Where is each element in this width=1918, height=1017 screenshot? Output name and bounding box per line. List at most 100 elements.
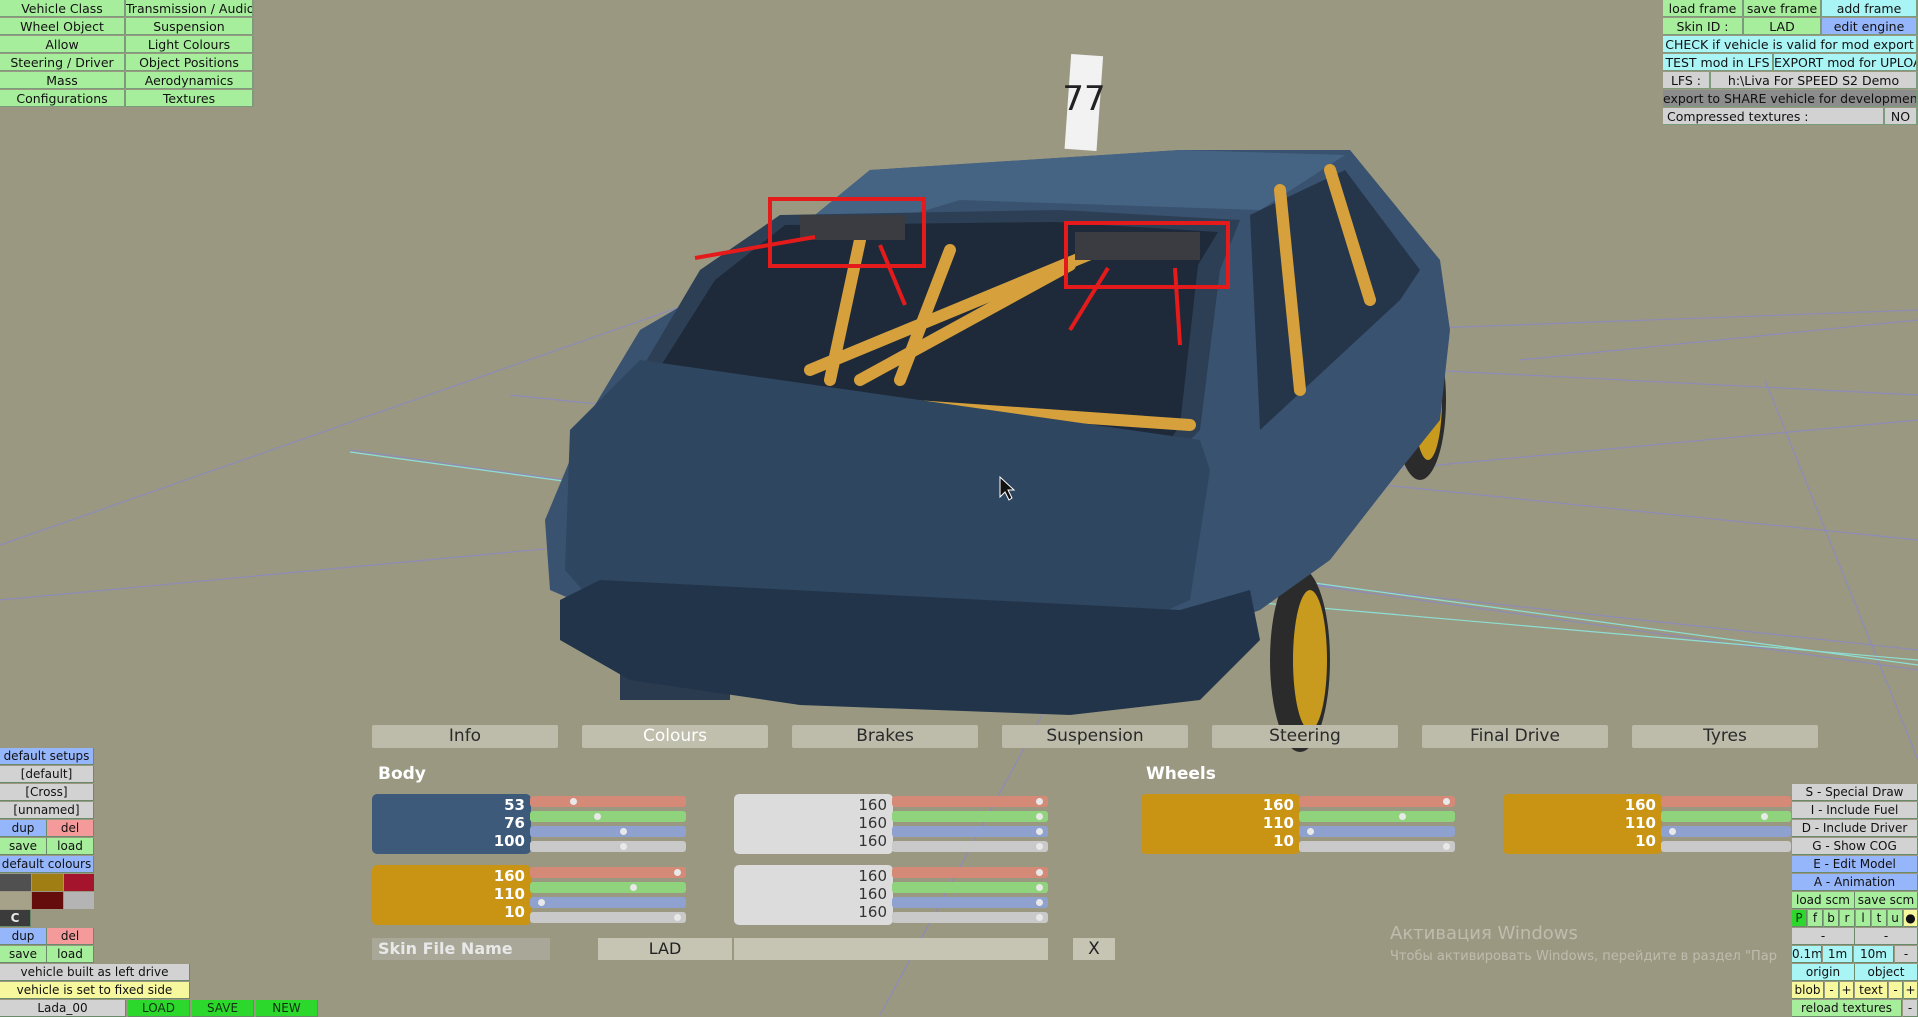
green-slider[interactable] — [1661, 811, 1791, 822]
colour-preset[interactable] — [32, 874, 63, 891]
blob-plus-button[interactable]: + — [1840, 982, 1854, 999]
menu-vehicle-class[interactable]: Vehicle Class — [0, 0, 126, 17]
green-slider[interactable] — [530, 811, 686, 822]
reload-textures-button[interactable]: reload textures — [1792, 1000, 1902, 1017]
skin-file-path-field[interactable] — [734, 938, 1048, 960]
step-10m-button[interactable]: 10m — [1854, 946, 1894, 963]
minus-button-2[interactable]: - — [1855, 928, 1918, 945]
reload-minus-button[interactable]: - — [1903, 1000, 1918, 1017]
red-slider[interactable] — [892, 867, 1048, 878]
blue-slider[interactable] — [1299, 826, 1455, 837]
default-setups-button[interactable]: default setups — [0, 748, 94, 765]
menu-transmission-audio[interactable]: Transmission / Audio — [126, 0, 254, 17]
load-scm-button[interactable]: load scm — [1792, 892, 1855, 909]
show-cog-toggle[interactable]: G - Show COG — [1792, 838, 1918, 855]
colour-swatch-4[interactable]: 160 160 160 — [734, 865, 893, 925]
origin-button[interactable]: origin — [1792, 964, 1855, 981]
include-fuel-toggle[interactable]: I - Include Fuel — [1792, 802, 1918, 819]
tab-brakes[interactable]: Brakes — [792, 725, 978, 748]
alpha-slider[interactable] — [892, 912, 1048, 923]
menu-light-colours[interactable]: Light Colours — [126, 36, 254, 53]
colour-preset[interactable] — [32, 892, 63, 909]
add-frame-button[interactable]: add frame — [1822, 0, 1918, 17]
blue-slider[interactable] — [1661, 826, 1791, 837]
view-u-button[interactable]: u — [1888, 910, 1903, 927]
text-minus-button[interactable]: - — [1889, 982, 1903, 999]
save-setup-button[interactable]: save — [0, 838, 47, 855]
wheels-colour-swatch[interactable]: 160 110 10 — [1141, 794, 1300, 854]
view-b-button[interactable]: b — [1824, 910, 1839, 927]
menu-mass[interactable]: Mass — [0, 72, 126, 89]
green-slider[interactable] — [892, 882, 1048, 893]
colour-swatch-3[interactable]: 160 110 10 — [372, 865, 531, 925]
red-slider[interactable] — [1299, 796, 1455, 807]
export-share-button[interactable]: export to SHARE vehicle for development — [1663, 90, 1918, 107]
blue-slider[interactable] — [892, 897, 1048, 908]
alpha-slider[interactable] — [892, 841, 1048, 852]
blob-minus-button[interactable]: - — [1825, 982, 1839, 999]
load-frame-button[interactable]: load frame — [1663, 0, 1744, 17]
red-slider[interactable] — [892, 796, 1048, 807]
colour-preset[interactable] — [64, 874, 94, 891]
red-slider[interactable] — [1661, 796, 1791, 807]
edit-model-button[interactable]: E - Edit Model — [1792, 856, 1918, 873]
export-mod-button[interactable]: EXPORT mod for UPLOAD — [1774, 54, 1918, 71]
menu-steering-driver[interactable]: Steering / Driver — [0, 54, 126, 71]
menu-allow[interactable]: Allow — [0, 36, 126, 53]
save-scm-button[interactable]: save scm — [1855, 892, 1918, 909]
text-button[interactable]: text — [1855, 982, 1888, 999]
step-minus-button[interactable]: - — [1895, 946, 1918, 963]
include-driver-toggle[interactable]: D - Include Driver — [1792, 820, 1918, 837]
menu-configurations[interactable]: Configurations — [0, 90, 126, 107]
special-draw-toggle[interactable]: S - Special Draw — [1792, 784, 1918, 801]
close-skin-button[interactable]: X — [1073, 938, 1115, 960]
check-valid-button[interactable]: CHECK if vehicle is valid for mod export — [1663, 36, 1918, 53]
menu-aerodynamics[interactable]: Aerodynamics — [126, 72, 254, 89]
menu-suspension[interactable]: Suspension — [126, 18, 254, 35]
alpha-slider[interactable] — [1661, 841, 1791, 852]
view-l-button[interactable]: l — [1856, 910, 1871, 927]
view-dot-icon[interactable]: ● — [1904, 910, 1918, 927]
del-setup-button[interactable]: del — [47, 820, 94, 837]
green-slider[interactable] — [1299, 811, 1455, 822]
wheels-colour-swatch-2[interactable]: 160 110 10 — [1503, 794, 1662, 854]
view-r-button[interactable]: r — [1840, 910, 1855, 927]
skin-file-name-field[interactable]: Skin File Name — [372, 938, 550, 960]
colour-swatch-2[interactable]: 160 160 160 — [734, 794, 893, 854]
save-colour-button[interactable]: save — [0, 946, 47, 963]
skin-file-value[interactable]: LAD — [598, 938, 732, 960]
3d-viewport[interactable]: 77 — [0, 0, 1918, 1015]
edit-engine-button[interactable]: edit engine — [1822, 18, 1918, 35]
body-colour-swatch[interactable]: 53 76 100 — [372, 794, 531, 854]
red-slider[interactable] — [530, 867, 686, 878]
menu-object-positions[interactable]: Object Positions — [126, 54, 254, 71]
view-t-button[interactable]: t — [1872, 910, 1887, 927]
left-drive-toggle[interactable]: vehicle built as left drive — [0, 964, 190, 981]
tab-info[interactable]: Info — [372, 725, 558, 748]
load-vehicle-button[interactable]: LOAD — [128, 1000, 190, 1017]
setup-default[interactable]: [default] — [0, 766, 94, 783]
load-colour-button[interactable]: load — [47, 946, 94, 963]
animation-button[interactable]: A - Animation — [1792, 874, 1918, 891]
view-p-button[interactable]: P — [1792, 910, 1807, 927]
new-vehicle-button[interactable]: NEW — [256, 1000, 318, 1017]
green-slider[interactable] — [892, 811, 1048, 822]
object-button[interactable]: object — [1855, 964, 1918, 981]
del-colour-button[interactable]: del — [47, 928, 94, 945]
save-frame-button[interactable]: save frame — [1744, 0, 1822, 17]
setup-unnamed[interactable]: [unnamed] — [0, 802, 94, 819]
tab-final-drive[interactable]: Final Drive — [1422, 725, 1608, 748]
text-plus-button[interactable]: + — [1904, 982, 1918, 999]
tab-tyres[interactable]: Tyres — [1632, 725, 1818, 748]
menu-textures[interactable]: Textures — [126, 90, 254, 107]
colour-preset[interactable] — [0, 874, 31, 891]
view-f-button[interactable]: f — [1808, 910, 1823, 927]
step-01m-button[interactable]: 0.1m — [1792, 946, 1822, 963]
load-setup-button[interactable]: load — [47, 838, 94, 855]
save-vehicle-button[interactable]: SAVE — [192, 1000, 254, 1017]
blue-slider[interactable] — [892, 826, 1048, 837]
green-slider[interactable] — [530, 882, 686, 893]
menu-wheel-object[interactable]: Wheel Object — [0, 18, 126, 35]
test-mod-button[interactable]: TEST mod in LFS — [1663, 54, 1774, 71]
tab-steering[interactable]: Steering — [1212, 725, 1398, 748]
